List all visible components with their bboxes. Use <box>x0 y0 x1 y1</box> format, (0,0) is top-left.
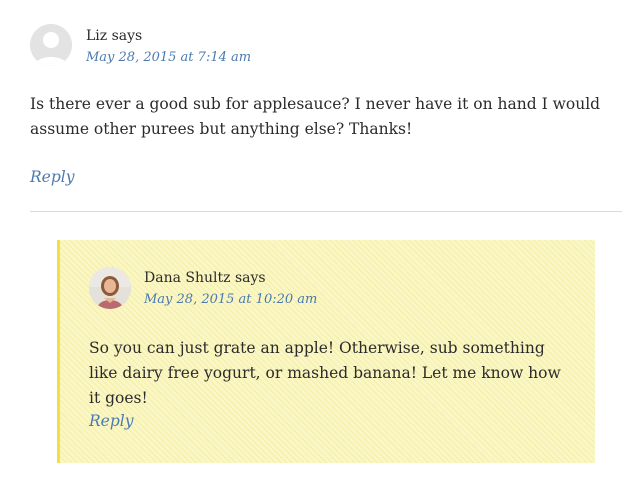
comment-meta: Dana Shultz says May 28, 2015 at 10:20 a… <box>144 268 317 310</box>
default-avatar-icon <box>30 24 72 66</box>
comment-body: So you can just grate an apple! Otherwis… <box>89 339 561 407</box>
comment-date-link[interactable]: May 28, 2015 at 10:20 am <box>144 290 317 310</box>
says-label: says <box>234 270 266 286</box>
comment-author: Liz says <box>86 26 251 46</box>
comment-date-link[interactable]: May 28, 2015 at 7:14 am <box>86 48 251 68</box>
reply-link[interactable]: Reply <box>30 168 74 186</box>
says-label: says <box>111 28 143 44</box>
author-name: Liz <box>86 28 108 44</box>
reply-link[interactable]: Reply <box>89 412 133 430</box>
comment-divider <box>30 211 622 212</box>
author-avatar <box>89 267 131 309</box>
author-reply-comment: Dana Shultz says May 28, 2015 at 10:20 a… <box>57 240 595 463</box>
comment-author: Dana Shultz says <box>144 268 317 288</box>
comments-section: Liz says May 28, 2015 at 7:14 am Is ther… <box>0 0 644 479</box>
author-name: Dana Shultz <box>144 270 231 286</box>
comment-body: Is there ever a good sub for applesauce?… <box>30 95 601 138</box>
comment-meta: Liz says May 28, 2015 at 7:14 am <box>86 26 251 68</box>
